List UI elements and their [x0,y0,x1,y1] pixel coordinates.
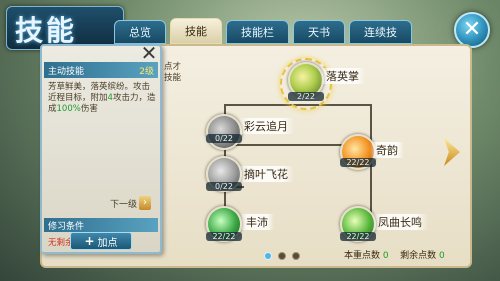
skill-info-panel: ✕ 主动技能 2级 芳草鲜美，落英缤纷。攻击近程目标，附加4攻击力，造成100%… [40,43,162,254]
close-icon: ✕ [462,17,482,42]
tab-combo[interactable]: 连续技 [349,20,412,44]
skill-name: 落英掌 [320,68,365,84]
pager-dot[interactable] [278,252,286,260]
plus-icon: + [84,234,95,248]
partial-text-line: 技能 [164,73,182,83]
tab-skills[interactable]: 技能 [170,18,222,44]
skill-count: 22/22 [206,232,242,241]
tab-overview[interactable]: 总览 [114,20,166,44]
skill-description: 芳草鲜美，落英缤纷。攻击近程目标，附加4攻击力，造成100%伤害 [48,82,156,115]
remaining-points-label: 剩余点数 [400,251,437,261]
desc-text: 伤害 [80,104,98,114]
pager-dot[interactable] [264,252,272,260]
next-level-label: 下一级 [110,199,138,210]
skill-count: 2/22 [288,92,324,101]
skill-name: 彩云追月 [238,118,294,134]
skill-name: 凤曲长鸣 [372,214,428,230]
remaining-points-value: 0 [438,251,445,261]
points-summary: 本重点数 0 剩余点数 0 [344,248,445,261]
pager [264,252,300,260]
add-point-button[interactable]: + 加点 [70,232,132,250]
moon-strike-icon [208,116,240,148]
skill-level-label: 2级 [139,66,154,77]
skill-type-header: 主动技能 2级 [44,62,158,78]
skill-name: 摘叶飞花 [238,166,294,182]
desc-highlight: 100% [56,104,81,114]
partial-text-line: 点才 [164,62,182,72]
partial-text: 点才 技能 [164,62,181,84]
tab-skill-bar[interactable]: 技能栏 [226,20,289,44]
skill-name: 丰沛 [240,214,274,230]
next-level-button[interactable]: 下一级 › [110,196,152,210]
add-point-label: 加点 [97,237,118,249]
skill-type-label: 主动技能 [48,66,85,77]
skill-name: 奇韵 [370,142,404,158]
tab-tianshu[interactable]: 天书 [293,20,345,44]
chevron-right-icon: › [139,196,152,210]
page-title: 技能 [15,14,78,47]
current-points-label: 本重点数 [344,251,381,261]
skill-node-caiyunzhuiyue[interactable] [206,114,242,150]
pager-dot[interactable] [292,252,300,260]
skill-count: 22/22 [340,158,376,167]
skill-count: 22/22 [340,232,376,241]
info-close-button[interactable]: ✕ [140,43,158,63]
tab-bar: 总览 技能 技能栏 天书 连续技 [114,18,412,44]
requirement-header: 修习条件 [44,218,158,232]
current-points-value: 0 [382,251,389,261]
skill-count: 0/22 [206,182,242,191]
close-button[interactable]: ✕ [454,12,490,48]
skill-count: 0/22 [206,134,242,143]
